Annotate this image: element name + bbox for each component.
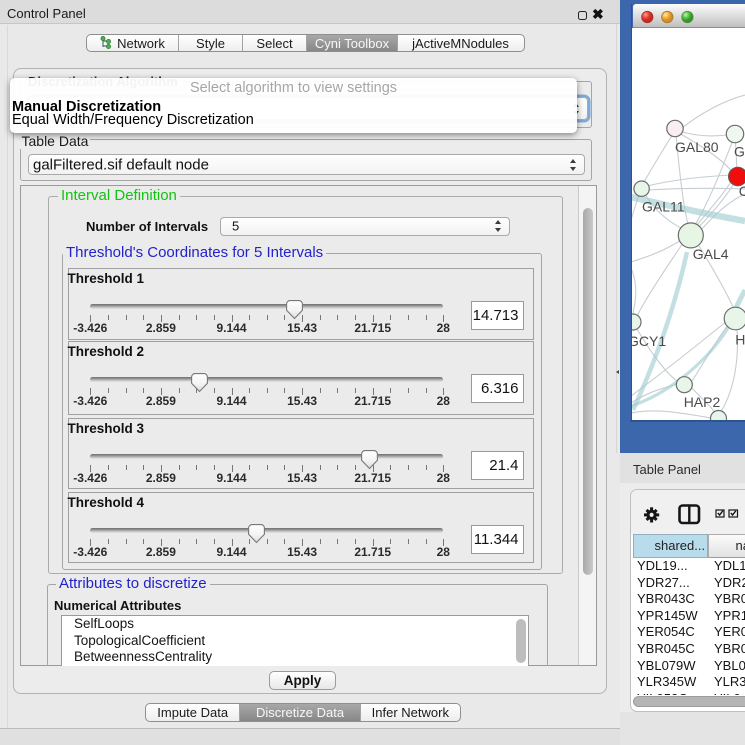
svg-text:GA: GA	[734, 144, 745, 160]
svg-text:GAL80: GAL80	[675, 139, 719, 155]
svg-text:GAL4: GAL4	[693, 246, 729, 262]
svg-text:HA: HA	[735, 332, 745, 348]
svg-text:HAP2: HAP2	[684, 394, 721, 410]
svg-text:GAL11: GAL11	[642, 199, 685, 215]
svg-text:CR: CR	[739, 183, 745, 199]
svg-text:GCY1: GCY1	[632, 333, 666, 349]
